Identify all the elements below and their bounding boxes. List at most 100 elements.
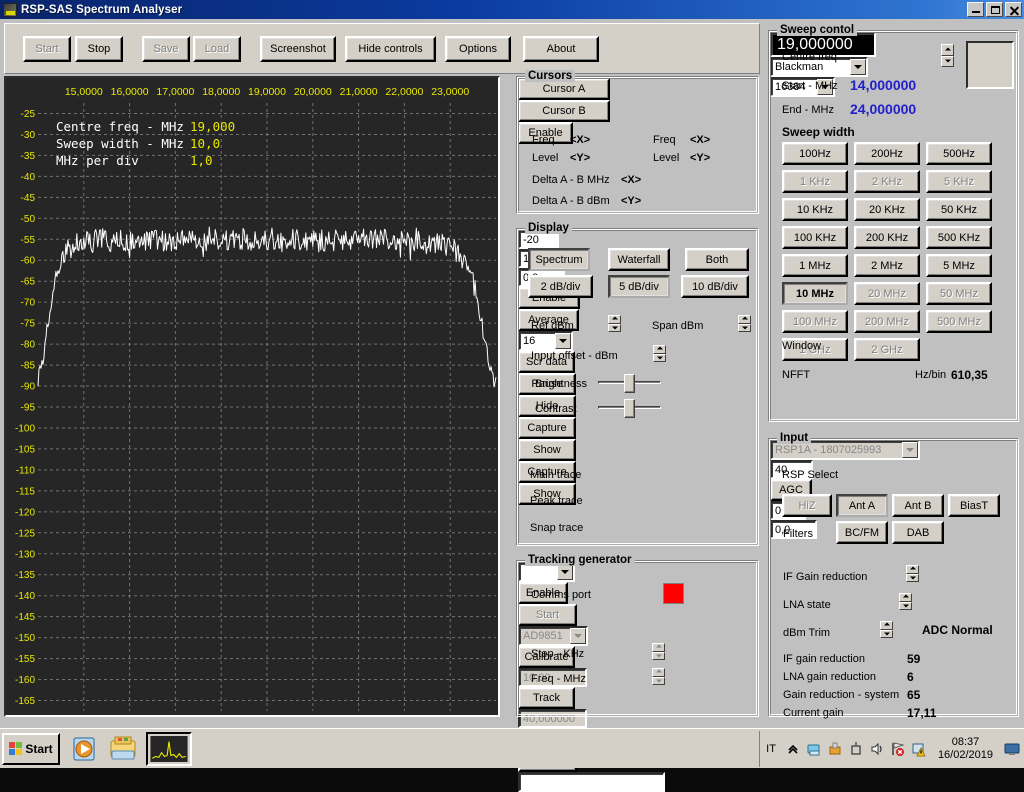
y-tick-label-17: -110 <box>16 465 36 476</box>
show-hidden-icons-chevron[interactable] <box>785 741 801 757</box>
span-dbm-stepper[interactable] <box>738 315 751 332</box>
display-div-5-db-div-button[interactable]: 5 dB/div <box>608 275 670 298</box>
sweep-width-10-khz-button[interactable]: 10 KHz <box>782 198 848 221</box>
toolbar-start-button[interactable]: Start <box>23 36 71 62</box>
display-mode-both-button[interactable]: Both <box>685 248 749 271</box>
sweep-width-500hz-button[interactable]: 500Hz <box>926 142 992 165</box>
tracking-chip-select[interactable]: AD9851 <box>518 626 588 646</box>
ref-dbm-stepper[interactable] <box>608 315 621 332</box>
tracking-chip-value: AD9851 <box>523 630 563 642</box>
y-tick-label-13: -90 <box>21 382 36 393</box>
sweep-width-100-khz-button[interactable]: 100 KHz <box>782 226 848 249</box>
sweep-width-50-mhz-button[interactable]: 50 MHz <box>926 282 992 305</box>
spectrum-analyser-task-button[interactable] <box>146 731 192 766</box>
sweep-width-200-khz-button[interactable]: 200 KHz <box>854 226 920 249</box>
tracking-freq-input[interactable]: 40,000000 <box>518 709 587 728</box>
chevron-down-icon[interactable] <box>555 333 571 349</box>
toolbar-about-button[interactable]: About <box>523 36 599 62</box>
sweep-width-5-mhz-button[interactable]: 5 MHz <box>926 254 992 277</box>
input-biast-button[interactable]: BiasT <box>948 494 1000 517</box>
readout-value-0: 59 <box>907 652 921 666</box>
safely-remove-hardware-icon[interactable] <box>827 741 843 757</box>
peak-trace-capture-button[interactable]: Capture <box>518 417 576 439</box>
sweep-control-panel: Sweep contol Centre freq 19,000000 Start… <box>768 24 1019 422</box>
sweep-width-100hz-button[interactable]: 100Hz <box>782 142 848 165</box>
volume-icon[interactable] <box>869 741 885 757</box>
sweep-width-20-khz-button[interactable]: 20 KHz <box>854 198 920 221</box>
cursor-a-freq-value: <X> <box>570 134 591 146</box>
sweep-width-10-mhz-button[interactable]: 10 MHz <box>782 282 848 305</box>
chevron-down-icon[interactable] <box>557 564 573 580</box>
chevron-down-icon[interactable] <box>570 628 586 644</box>
sweep-width-100-mhz-button[interactable]: 100 MHz <box>782 310 848 333</box>
dbm-trim-stepper[interactable] <box>880 621 893 638</box>
main-trace-label: Main trace <box>530 469 582 481</box>
toolbar: Start Stop Save Load Screenshot Hide controls… <box>4 23 760 74</box>
sweep-width-2-mhz-button[interactable]: 2 MHz <box>854 254 920 277</box>
sweep-width-500-khz-button[interactable]: 500 KHz <box>926 226 992 249</box>
filter-dab-button[interactable]: DAB <box>892 521 944 544</box>
title-bar: RSP-SAS Spectrum Analyser <box>0 0 1024 19</box>
display-div-10-db-div-button[interactable]: 10 dB/div <box>681 275 749 298</box>
tracking-track-button[interactable]: Track <box>518 687 575 709</box>
tracking-step-stepper[interactable] <box>652 643 665 660</box>
input-hiz-button[interactable]: HiZ <box>782 494 832 517</box>
toolbar-stop-button[interactable]: Stop <box>75 36 123 62</box>
sweep-width-200hz-button[interactable]: 200Hz <box>854 142 920 165</box>
toolbar-screenshot-button[interactable]: Screenshot <box>260 36 336 62</box>
sweep-width-5-khz-button[interactable]: 5 KHz <box>926 170 992 193</box>
input-offset-stepper[interactable] <box>653 345 666 362</box>
graph-overlay-value-1: 10,0 <box>190 136 220 151</box>
brightness-slider[interactable] <box>598 374 661 393</box>
display-mode-waterfall-button[interactable]: Waterfall <box>608 248 670 271</box>
lna-state-stepper[interactable] <box>899 593 912 610</box>
start-button[interactable]: Start <box>2 732 60 765</box>
chevron-down-icon[interactable] <box>850 59 866 75</box>
input-ant-a-button[interactable]: Ant A <box>836 494 888 517</box>
tracking-pins-output[interactable] <box>518 772 665 792</box>
display-mode-spectrum-button[interactable]: Spectrum <box>528 248 590 271</box>
display-legend: Display <box>525 222 572 234</box>
centre-freq-stepper[interactable] <box>941 44 954 67</box>
sweep-width-200-mhz-button[interactable]: 200 MHz <box>854 310 920 333</box>
toolbar-save-button[interactable]: Save <box>142 36 190 62</box>
display-div-2-db-div-button[interactable]: 2 dB/div <box>528 275 593 298</box>
chevron-down-icon[interactable] <box>902 442 918 458</box>
average-count-select[interactable]: 16 <box>518 331 573 351</box>
if-gain-reduction-stepper[interactable] <box>906 565 919 582</box>
window-label: Window <box>782 340 822 352</box>
y-tick-label-19: -120 <box>15 507 35 518</box>
close-icon[interactable] <box>1005 2 1022 17</box>
sweep-width-2-khz-button[interactable]: 2 KHz <box>854 170 920 193</box>
toolbar-hide-controls-button[interactable]: Hide controls <box>345 36 436 62</box>
input-ant-b-button[interactable]: Ant B <box>892 494 944 517</box>
tracking-freq-stepper[interactable] <box>652 668 665 685</box>
sweep-width-50-khz-button[interactable]: 50 KHz <box>926 198 992 221</box>
cursor-b-button[interactable]: Cursor B <box>518 100 610 122</box>
sweep-width-500-mhz-button[interactable]: 500 MHz <box>926 310 992 333</box>
sweep-width-2-ghz-button[interactable]: 2 GHz <box>854 338 920 361</box>
tracking-start-button[interactable]: Start <box>518 604 577 626</box>
minimize-icon[interactable] <box>967 2 984 17</box>
network-icon[interactable] <box>806 741 822 757</box>
flag-error-icon[interactable] <box>890 741 906 757</box>
sweep-width-20-mhz-button[interactable]: 20 MHz <box>854 282 920 305</box>
spectrum-graph[interactable]: -25 -30 -35 -40 -45 -50 -55 -60 -65 -70 -75 -80 -85 -… <box>4 76 500 717</box>
file-explorer-icon[interactable] <box>108 734 138 764</box>
tray-language[interactable]: IT <box>766 743 776 755</box>
restore-icon[interactable] <box>986 2 1003 17</box>
usb-icon[interactable] <box>848 741 864 757</box>
tray-clock[interactable]: 08:37 16/02/2019 <box>938 736 993 762</box>
contrast-slider[interactable] <box>598 399 661 418</box>
peak-trace-show-button[interactable]: Show <box>518 439 576 461</box>
filter-bc-fm-button[interactable]: BC/FM <box>836 521 888 544</box>
toolbar-load-button[interactable]: Load <box>193 36 241 62</box>
media-player-icon[interactable] <box>70 734 100 764</box>
toolbar-options-button[interactable]: Options <box>445 36 511 62</box>
hz-per-bin-value: 610,35 <box>951 368 988 382</box>
show-desktop-icon[interactable] <box>1004 741 1020 757</box>
graph-overlay-label-0: Centre freq - MHz <box>56 119 184 134</box>
security-warning-icon[interactable] <box>911 741 927 757</box>
sweep-width-1-khz-button[interactable]: 1 KHz <box>782 170 848 193</box>
sweep-width-1-mhz-button[interactable]: 1 MHz <box>782 254 848 277</box>
